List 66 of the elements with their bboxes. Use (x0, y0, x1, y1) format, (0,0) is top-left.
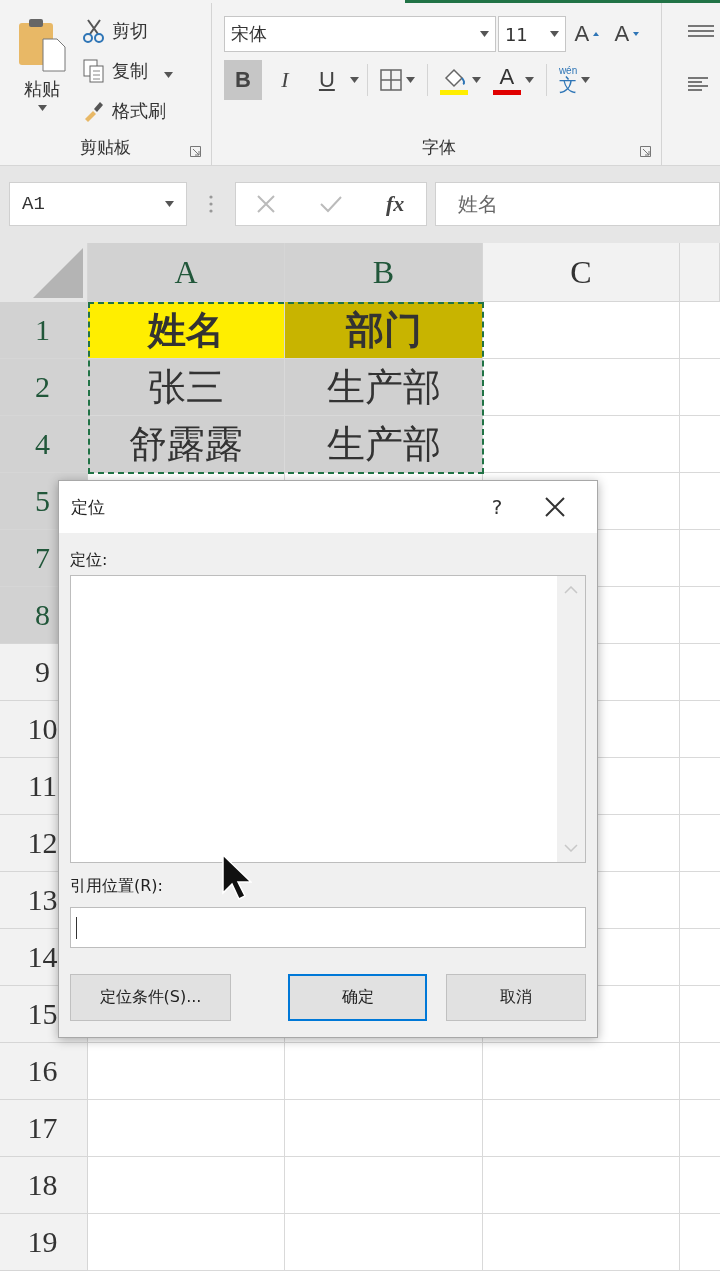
italic-button[interactable]: I (265, 60, 304, 100)
row-header[interactable]: 1 (0, 302, 88, 359)
paste-button[interactable]: 粘贴 (6, 11, 78, 129)
grow-font-button[interactable]: A (567, 14, 606, 54)
align-left-icon[interactable] (688, 77, 708, 91)
group-label: 字体 (422, 135, 457, 159)
column-header[interactable]: B (285, 243, 483, 302)
dropdown-icon[interactable] (405, 77, 415, 83)
dropdown-icon[interactable] (471, 77, 481, 83)
dropdown-icon[interactable] (549, 31, 559, 37)
clipboard-icon (17, 17, 67, 73)
column-header[interactable]: A (88, 243, 285, 302)
dropdown-icon[interactable] (349, 77, 359, 83)
table-cell: 生产部 (285, 416, 483, 473)
help-button[interactable]: ? (477, 494, 517, 520)
row-header[interactable]: 16 (0, 1043, 88, 1100)
name-box[interactable]: A1 (9, 182, 187, 226)
column-header[interactable]: C (483, 243, 680, 302)
cut-button[interactable]: 剪切 (78, 13, 177, 49)
reference-field[interactable] (70, 907, 586, 948)
table-cell: 张三 (88, 359, 285, 416)
checkmark-icon[interactable] (320, 195, 342, 213)
format-painter-button[interactable]: 格式刷 (78, 93, 177, 129)
dialog-button[interactable]: 定位条件(S)... (70, 974, 231, 1021)
copy-icon (82, 58, 106, 84)
table-cell: 部门 (285, 302, 483, 359)
close-icon[interactable] (545, 497, 565, 517)
table-cell: 生产部 (285, 359, 483, 416)
font-size-field[interactable]: 11 (497, 16, 566, 52)
font-color-button[interactable]: A (488, 60, 538, 100)
down-arrow-icon (633, 32, 640, 36)
scissors-icon (82, 18, 106, 44)
mouse-pointer-icon (222, 854, 252, 900)
shrink-font-button[interactable]: A (607, 14, 646, 54)
dialog-button[interactable]: 确定 (288, 974, 427, 1021)
row-header[interactable]: 19 (0, 1214, 88, 1271)
row-header[interactable]: 17 (0, 1100, 88, 1157)
align-top-icon[interactable] (688, 25, 714, 37)
grid-icon (379, 69, 402, 91)
up-arrow-icon (593, 32, 600, 36)
dropdown-icon[interactable] (37, 105, 47, 111)
dialog-button[interactable]: 取消 (446, 974, 586, 1021)
table-cell: 姓名 (88, 302, 285, 359)
phonetic-guide-button[interactable]: wén 文 (554, 60, 595, 100)
scroll-up-icon (564, 586, 578, 594)
copy-button[interactable]: 复制 (78, 53, 177, 89)
bold-button[interactable]: B (223, 60, 262, 100)
scrollbar[interactable] (557, 576, 585, 862)
row-header[interactable]: 4 (0, 416, 88, 473)
dropdown-icon[interactable] (524, 77, 534, 83)
dialog-launcher-icon[interactable] (640, 146, 651, 157)
dropdown-icon[interactable] (165, 201, 174, 207)
row-header[interactable]: 18 (0, 1157, 88, 1214)
row-header[interactable]: 2 (0, 359, 88, 416)
dropdown-icon[interactable] (581, 77, 591, 83)
font-name-field[interactable]: 宋体 (223, 16, 496, 52)
dropdown-icon[interactable] (479, 31, 489, 37)
group-label: 剪贴板 (79, 135, 131, 159)
dropdown-icon[interactable] (164, 71, 173, 78)
insert-function-button[interactable]: fx (386, 191, 405, 217)
scroll-down-icon (564, 844, 578, 852)
underline-button[interactable]: U (307, 60, 346, 100)
table-cell: 舒露露 (88, 416, 285, 473)
formula-field[interactable]: 姓名 (435, 182, 720, 226)
grip-icon (209, 194, 213, 214)
dialog-launcher-icon[interactable] (189, 146, 201, 157)
